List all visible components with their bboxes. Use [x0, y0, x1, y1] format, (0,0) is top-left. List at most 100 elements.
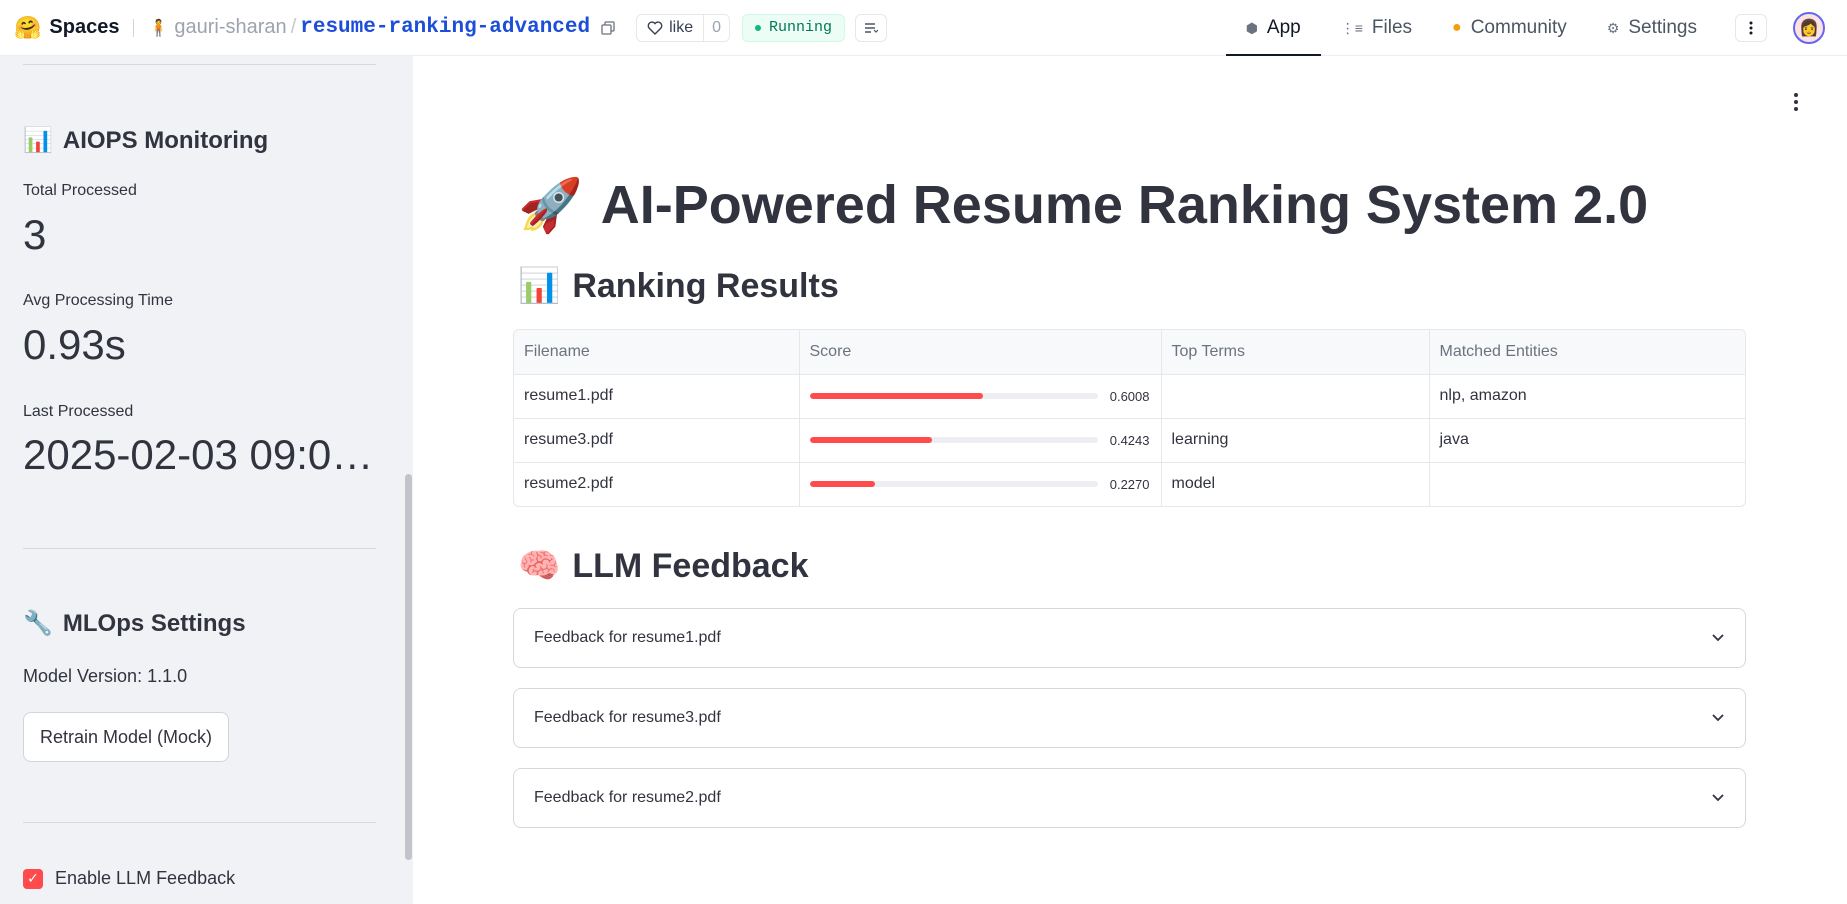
cell-top-terms[interactable]: learning: [1161, 418, 1430, 463]
llm-feedback-toggle[interactable]: ✓ Enable LLM Feedback: [23, 868, 235, 889]
tab-settings[interactable]: ⚙ Settings: [1587, 0, 1717, 56]
sidebar: 📊 AIOPS Monitoring Total Processed 3 Avg…: [0, 56, 413, 904]
cell-top-terms[interactable]: [1161, 374, 1430, 419]
cell-score[interactable]: 0.4243: [799, 418, 1162, 463]
status-dot-icon: [755, 24, 762, 31]
metric-value-avg-time: 0.93s: [23, 324, 126, 366]
sidebar-divider-bottom: [23, 822, 376, 823]
spaces-brand[interactable]: 🤗 Spaces: [14, 16, 119, 39]
column-header-score[interactable]: Score: [799, 330, 1162, 375]
hf-header: 🤗 Spaces 🧍 gauri-sharan / resume-ranking…: [0, 0, 1847, 56]
header-left: 🤗 Spaces 🧍 gauri-sharan / resume-ranking…: [0, 0, 888, 55]
score-value: 0.4243: [1109, 432, 1150, 448]
metric-value-total: 3: [23, 214, 47, 256]
chevron-down-icon: [1711, 631, 1725, 645]
status-label: Running: [769, 19, 833, 36]
brain-icon: 🧠: [518, 547, 561, 585]
table-row: resume1.pdf 0.6008 nlp, amazon: [514, 374, 1745, 419]
mlops-heading-label: MLOps Settings: [62, 609, 246, 637]
feedback-expander[interactable]: Feedback for resume2.pdf: [513, 768, 1746, 828]
mlops-heading: 🔧 MLOps Settings: [23, 609, 246, 638]
like-count: 0: [703, 14, 729, 41]
score-bar-fill: [809, 437, 932, 443]
metric-label-last: Last Processed: [23, 403, 134, 420]
brand-label: Spaces: [49, 16, 120, 38]
breadcrumb-slash: /: [290, 16, 297, 38]
retrain-model-button[interactable]: Retrain Model (Mock): [23, 712, 230, 762]
header-divider: [133, 18, 135, 37]
owner-avatar-icon: 🧍: [148, 19, 169, 37]
app-menu-button[interactable]: [1786, 90, 1806, 114]
metric-value-last: 2025-02-03 09:0…: [23, 434, 374, 476]
heart-icon: [647, 20, 663, 35]
bar-chart-icon: 📊: [518, 267, 561, 305]
metric-label-total: Total Processed: [23, 182, 137, 199]
tab-files[interactable]: ⋮≡ Files: [1321, 0, 1432, 56]
cell-filename[interactable]: resume2.pdf: [514, 462, 800, 506]
column-header-entities[interactable]: Matched Entities: [1429, 330, 1745, 375]
page-title: 🚀 AI-Powered Resume Ranking System 2.0: [518, 174, 1648, 236]
more-vertical-icon: [1749, 21, 1753, 35]
sidebar-divider-top: [23, 64, 376, 65]
like-button[interactable]: like: [637, 15, 703, 41]
feedback-expander-label: Feedback for resume2.pdf: [534, 789, 721, 806]
cell-score[interactable]: 0.2270: [799, 462, 1162, 506]
more-options-button[interactable]: [1735, 14, 1767, 42]
score-value: 0.2270: [1109, 476, 1150, 492]
rocket-icon: 🚀: [518, 176, 583, 235]
status-badge[interactable]: Running: [742, 13, 846, 42]
copy-icon[interactable]: [600, 20, 616, 36]
llm-feedback-heading-label: LLM Feedback: [572, 546, 809, 585]
cell-entities[interactable]: nlp, amazon: [1429, 374, 1745, 419]
ranking-results-label: Ranking Results: [572, 266, 839, 305]
aiops-heading-label: AIOPS Monitoring: [62, 126, 269, 154]
table-row: resume2.pdf 0.2270 model: [514, 462, 1745, 506]
feedback-expander[interactable]: Feedback for resume1.pdf: [513, 608, 1746, 668]
score-bar: [809, 437, 1098, 443]
tab-community-label: Community: [1470, 17, 1567, 38]
metric-label-avg-time: Avg Processing Time: [23, 292, 173, 309]
user-avatar[interactable]: 👩: [1793, 12, 1825, 44]
repo-link[interactable]: resume-ranking-advanced: [300, 16, 590, 39]
cell-score[interactable]: 0.6008: [799, 374, 1162, 419]
cell-entities[interactable]: java: [1429, 418, 1745, 463]
llm-feedback-label: Enable LLM Feedback: [55, 868, 236, 888]
score-bar: [809, 393, 1098, 399]
column-header-top-terms[interactable]: Top Terms: [1161, 330, 1430, 375]
cube-icon: ⬢: [1245, 19, 1258, 36]
table-row: resume3.pdf 0.4243 learning java: [514, 418, 1745, 463]
logs-button[interactable]: [855, 13, 888, 42]
sidebar-divider-mid: [23, 548, 376, 549]
cell-entities[interactable]: [1429, 462, 1745, 506]
owner-link[interactable]: gauri-sharan: [174, 16, 286, 39]
tab-app[interactable]: ⬢ App: [1225, 0, 1321, 56]
feedback-expander[interactable]: Feedback for resume3.pdf: [513, 688, 1746, 748]
cell-top-terms[interactable]: model: [1161, 462, 1430, 506]
files-icon: ⋮≡: [1340, 19, 1363, 36]
page-title-text: AI-Powered Resume Ranking System 2.0: [600, 175, 1649, 235]
like-widget: like 0: [636, 13, 731, 42]
model-version-text: Model Version: 1.1.0: [23, 666, 188, 686]
score-bar: [809, 481, 1098, 488]
feedback-expander-label: Feedback for resume1.pdf: [534, 629, 721, 646]
table-header-row: Filename Score Top Terms Matched Entitie…: [514, 330, 1745, 375]
ranking-results-heading: 📊 Ranking Results: [518, 266, 839, 306]
tab-files-label: Files: [1371, 17, 1413, 38]
like-label: like: [669, 18, 694, 36]
cell-filename[interactable]: resume3.pdf: [514, 418, 800, 463]
chevron-down-icon: [1711, 791, 1725, 805]
cell-filename[interactable]: resume1.pdf: [514, 374, 800, 419]
header-nav: ⬢ App ⋮≡ Files ● Community ⚙ Settings 👩: [1225, 0, 1847, 56]
kebab-dot: [1794, 100, 1798, 104]
aiops-heading: 📊 AIOPS Monitoring: [23, 126, 268, 155]
checkbox-checked-icon[interactable]: ✓: [23, 868, 43, 889]
results-table: Filename Score Top Terms Matched Entitie…: [513, 329, 1746, 507]
kebab-dot: [1794, 93, 1798, 97]
tab-settings-label: Settings: [1628, 17, 1697, 38]
tab-community[interactable]: ● Community: [1432, 0, 1587, 56]
sidebar-scrollbar[interactable]: [405, 474, 412, 860]
score-value: 0.6008: [1109, 388, 1150, 404]
column-header-filename[interactable]: Filename: [514, 330, 800, 375]
score-bar-fill: [809, 393, 983, 399]
wrench-icon: 🔧: [23, 610, 53, 637]
